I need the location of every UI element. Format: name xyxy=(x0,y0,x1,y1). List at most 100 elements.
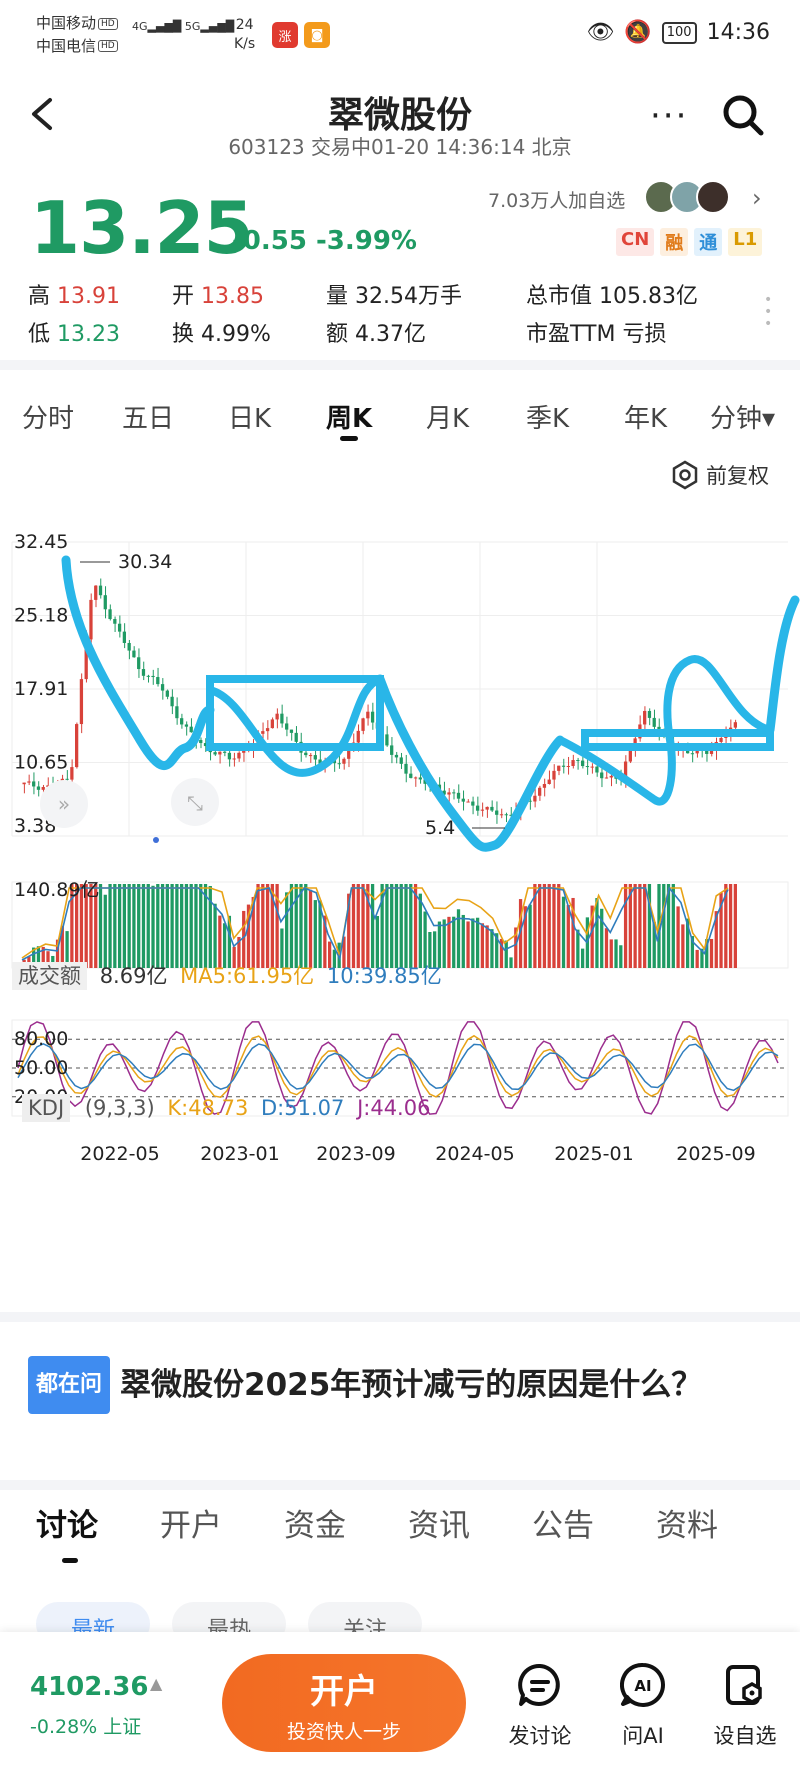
kdj-k: K:48.73 xyxy=(167,1096,249,1120)
tag-l1[interactable]: L1 xyxy=(728,228,763,256)
x-tick-label: 2025-01 xyxy=(554,1143,633,1165)
tab-open-account[interactable]: 开户 xyxy=(160,1500,222,1545)
avatar xyxy=(696,180,730,214)
candle-body xyxy=(32,781,36,787)
tab-discussion[interactable]: 讨论 xyxy=(36,1500,98,1545)
tab-minute[interactable]: 分钟▾ xyxy=(710,398,775,435)
volume-bar xyxy=(442,919,446,968)
candle-body xyxy=(461,798,465,802)
candle-body xyxy=(270,719,274,729)
tag-connect[interactable]: 通 xyxy=(694,228,723,256)
volume-bar xyxy=(623,884,628,968)
tab-yearly-k[interactable]: 年K xyxy=(624,398,667,435)
volume-bar xyxy=(452,916,456,968)
kdj-k-line xyxy=(17,1034,779,1099)
candle-body xyxy=(199,740,203,744)
candle-body xyxy=(117,623,122,632)
volume-bar xyxy=(509,957,513,968)
followers-count[interactable]: 7.03万人加自选 xyxy=(488,186,625,213)
candle-body xyxy=(132,650,136,658)
more-button[interactable]: ··· xyxy=(650,96,688,136)
active-tab-indicator xyxy=(340,436,358,441)
candle-body xyxy=(36,786,41,790)
candle-body xyxy=(447,792,451,795)
candle-body xyxy=(499,814,504,816)
tag-cn[interactable]: CN xyxy=(616,228,655,256)
post-discussion-button[interactable]: 发讨论 xyxy=(495,1662,585,1750)
tab-intraday[interactable]: 分时 xyxy=(22,398,74,435)
annotation-stroke xyxy=(765,595,800,735)
follower-avatars[interactable] xyxy=(644,180,730,214)
volume-bar xyxy=(542,884,547,968)
app-notification-icon: ◙ xyxy=(304,22,330,48)
tab-five-day[interactable]: 五日 xyxy=(122,398,174,435)
tab-announcements[interactable]: 公告 xyxy=(532,1500,594,1545)
tab-news[interactable]: 资讯 xyxy=(408,1500,470,1545)
tab-monthly-k[interactable]: 月K xyxy=(426,398,469,435)
price-adjust-toggle[interactable]: 前复权 xyxy=(670,460,769,490)
volume-bar xyxy=(676,906,680,968)
volume-bar xyxy=(580,948,585,968)
volume-bar xyxy=(638,884,642,968)
index-change[interactable]: -0.28% 上证 xyxy=(30,1712,141,1739)
more-stats-icon[interactable]: • • • xyxy=(764,293,772,331)
candle-body xyxy=(590,766,594,768)
stat-label: 低 xyxy=(28,322,51,347)
speed-value: 24 xyxy=(235,17,254,33)
index-value[interactable]: 4102.36 xyxy=(30,1672,148,1702)
tab-daily-k[interactable]: 日K xyxy=(228,398,271,435)
volume-bar xyxy=(122,884,127,968)
volume-bar xyxy=(175,884,179,968)
open-account-label: 开户 xyxy=(310,1672,378,1712)
stat-volume: 量 32.54万手 xyxy=(326,284,462,309)
candle-body xyxy=(456,792,461,799)
volume-bar xyxy=(356,884,360,968)
stat-pe: 市盈TTM 亏损 xyxy=(526,322,667,347)
volume-bar xyxy=(289,884,294,968)
volume-bar xyxy=(208,886,212,968)
kline-chart[interactable]: 32.45 25.18 17.91 10.65 3.38 30.34 5.4 140.89亿 8… xyxy=(0,490,800,1320)
tab-weekly-k[interactable]: 周K xyxy=(326,398,372,435)
ask-ai-button[interactable]: AI 问AI xyxy=(598,1662,688,1750)
annotation-box xyxy=(581,729,774,751)
candle-body xyxy=(466,801,470,803)
stock-header: 翠微股份 603123 交易中01-20 14:36:14 北京 ··· xyxy=(0,76,800,166)
stat-value: 13.85 xyxy=(201,284,264,309)
volume-bar xyxy=(409,884,413,968)
candle-body xyxy=(103,595,107,610)
add-watchlist-button[interactable]: 设自选 xyxy=(700,1662,790,1750)
candle-body xyxy=(409,773,413,778)
volume-bar xyxy=(547,884,551,968)
tab-funds[interactable]: 资金 xyxy=(284,1500,346,1545)
volume-bar xyxy=(461,914,465,968)
candle-body xyxy=(571,760,575,766)
ai-icon: AI xyxy=(619,1662,665,1707)
volume-bar xyxy=(404,884,408,968)
chevron-right-icon[interactable]: › xyxy=(752,184,762,212)
tab-profile[interactable]: 资料 xyxy=(656,1500,718,1545)
volume-bar xyxy=(576,929,580,968)
candle-body xyxy=(647,710,652,718)
search-button[interactable] xyxy=(720,92,766,138)
stat-label: 开 xyxy=(172,284,195,309)
tab-quarterly-k[interactable]: 季K xyxy=(526,398,569,435)
ask-card[interactable]: 都在问 翠微股份2025年预计减亏的原因是什么？ xyxy=(28,1356,768,1414)
candle-body xyxy=(399,757,403,764)
candle-body xyxy=(151,675,155,678)
candle-body xyxy=(356,730,360,743)
volume-bar xyxy=(361,884,365,968)
candle-body xyxy=(413,777,418,779)
candle-body xyxy=(222,751,227,753)
candle-body xyxy=(22,782,26,785)
tag-margin[interactable]: 融 xyxy=(660,228,689,256)
candle-body xyxy=(275,713,279,720)
candle-body xyxy=(495,810,499,815)
stat-open: 开 13.85 xyxy=(172,278,264,310)
candle-body xyxy=(265,728,270,732)
open-account-button[interactable]: 开户 投资快人一步 xyxy=(222,1654,466,1752)
candle-body xyxy=(576,760,580,762)
adjust-label: 前复权 xyxy=(706,464,769,488)
divider xyxy=(0,1312,800,1322)
current-price: 13.25 xyxy=(30,186,254,270)
volume-bar xyxy=(561,896,566,968)
